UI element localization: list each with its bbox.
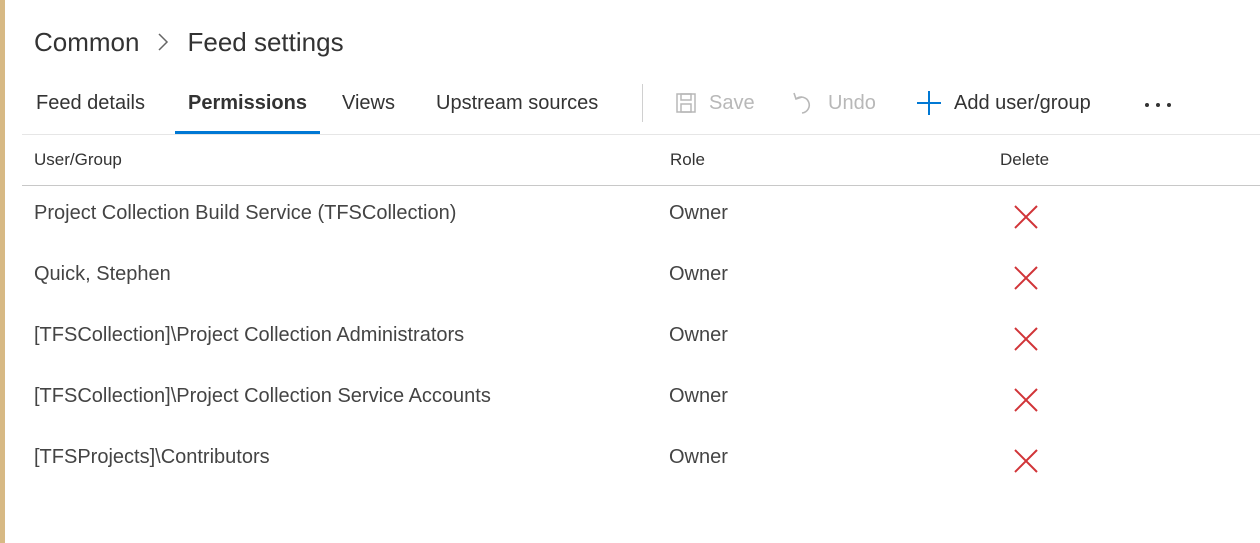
- delete-icon[interactable]: [1012, 447, 1040, 475]
- more-actions-button[interactable]: [1142, 88, 1174, 118]
- tab-upstream-sources[interactable]: Upstream sources: [436, 92, 598, 134]
- breadcrumb-item-common[interactable]: Common: [34, 27, 139, 58]
- window-border: [0, 0, 5, 543]
- table-header: User/Group Role Delete: [22, 135, 1260, 186]
- user-group-cell: [TFSCollection]\Project Collection Servi…: [34, 385, 491, 407]
- undo-button[interactable]: Undo: [792, 88, 876, 118]
- tab-feed-details[interactable]: Feed details: [36, 92, 145, 134]
- breadcrumb-item-feed-settings: Feed settings: [187, 26, 344, 57]
- toolbar-divider: [642, 84, 643, 122]
- user-group-cell: [TFSProjects]\Contributors: [34, 446, 270, 468]
- save-icon: [675, 92, 697, 114]
- tab-bar: Feed details Permissions Views Upstream …: [22, 80, 1260, 135]
- delete-icon[interactable]: [1012, 264, 1040, 292]
- save-button[interactable]: Save: [675, 88, 755, 118]
- add-user-group-label: Add user/group: [954, 91, 1091, 114]
- user-group-cell: Project Collection Build Service (TFSCol…: [34, 202, 457, 224]
- tab-views[interactable]: Views: [342, 92, 395, 134]
- table-row: [TFSCollection]\Project Collection Servi…: [22, 369, 1260, 430]
- column-header-user-group: User/Group: [34, 150, 122, 169]
- delete-icon[interactable]: [1012, 325, 1040, 353]
- column-header-delete: Delete: [1000, 150, 1050, 169]
- role-cell[interactable]: Owner: [669, 385, 728, 408]
- tab-permissions[interactable]: Permissions: [175, 92, 320, 134]
- more-icon: [1142, 92, 1174, 115]
- undo-label: Undo: [828, 91, 876, 114]
- table-row: [TFSProjects]\Contributors Owner: [22, 430, 1260, 491]
- breadcrumb: Common Feed settings: [34, 26, 344, 58]
- user-group-cell: Quick, Stephen: [34, 263, 171, 285]
- role-cell[interactable]: Owner: [669, 446, 728, 469]
- save-label: Save: [709, 91, 755, 114]
- role-cell[interactable]: Owner: [669, 202, 728, 225]
- role-cell[interactable]: Owner: [669, 324, 728, 347]
- undo-icon: [792, 90, 816, 116]
- column-header-role: Role: [670, 150, 705, 169]
- delete-icon[interactable]: [1012, 203, 1040, 231]
- table-row: [TFSCollection]\Project Collection Admin…: [22, 308, 1260, 369]
- plus-icon: [916, 90, 942, 116]
- delete-icon[interactable]: [1012, 386, 1040, 414]
- table-row: Project Collection Build Service (TFSCol…: [22, 186, 1260, 247]
- table-row: Quick, Stephen Owner: [22, 247, 1260, 308]
- user-group-cell: [TFSCollection]\Project Collection Admin…: [34, 324, 465, 346]
- add-user-group-button[interactable]: Add user/group: [916, 88, 1091, 118]
- role-cell[interactable]: Owner: [669, 263, 728, 286]
- chevron-right-icon: [139, 28, 187, 56]
